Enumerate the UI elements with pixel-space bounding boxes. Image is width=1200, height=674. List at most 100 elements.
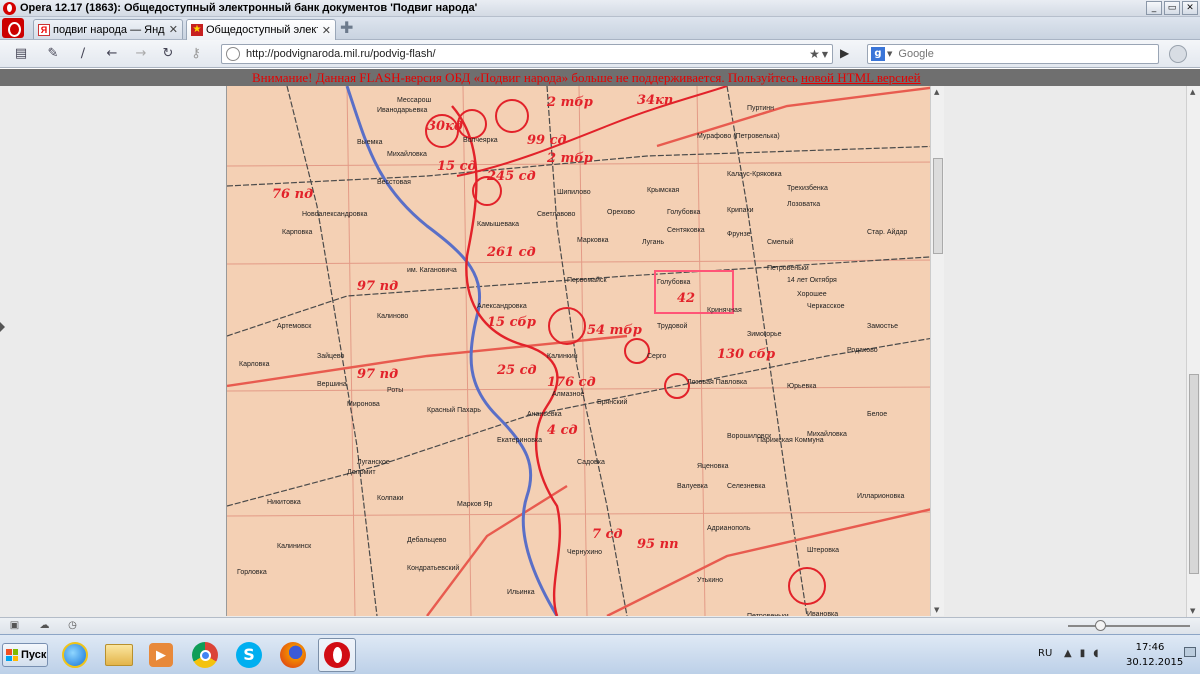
tray-expand-icon[interactable]: ▲ xyxy=(1064,648,1072,659)
map-place-label: Стар. Айдар xyxy=(867,228,907,236)
skype-icon[interactable]: S xyxy=(230,638,268,672)
map-place-label: Крымская xyxy=(647,187,679,194)
scroll-down-icon[interactable]: ▼ xyxy=(1190,607,1195,615)
zoom-slider-track[interactable] xyxy=(1068,625,1190,627)
window-title: Opera 12.17 (1863): Общедоступный электр… xyxy=(20,2,478,14)
map-place-label: 4 сд xyxy=(547,423,578,438)
map-place-label: 2 тбр xyxy=(546,95,593,110)
map-place-label: Илларионовка xyxy=(857,493,904,500)
map-place-label: Калиново xyxy=(377,313,408,320)
map-place-label: Крипаки xyxy=(727,207,754,214)
maximize-button[interactable]: ▭ xyxy=(1164,1,1180,15)
map-place-label: Мессарош xyxy=(397,97,431,104)
map-place-label: Светлавово xyxy=(537,211,576,218)
go-arrow-icon[interactable]: ▶ xyxy=(840,46,849,60)
map-place-label: Калаус-Кряковка xyxy=(727,171,782,178)
key-icon[interactable]: ⚷ xyxy=(188,46,204,62)
notice-link[interactable]: новой HTML версией xyxy=(801,70,921,85)
search-input[interactable] xyxy=(898,46,1158,62)
map-place-label: Черкасское xyxy=(807,303,845,310)
map-place-label: Зайцево xyxy=(317,352,344,360)
search-box[interactable]: g ▼ xyxy=(867,44,1159,64)
map-place-label: Пуртинн xyxy=(747,105,774,112)
chevron-down-icon[interactable]: ▼ xyxy=(887,50,892,58)
scroll-down-icon[interactable]: ▼ xyxy=(934,606,939,614)
pen-icon[interactable]: ∕ xyxy=(75,46,91,62)
show-desktop-icon[interactable] xyxy=(1184,647,1196,657)
opera-icon[interactable] xyxy=(318,638,356,672)
map-place-label: Юрьевка xyxy=(787,383,816,390)
navigation-toolbar: ▤ ✎ ∕ ← → ↻ ⚷ ★ ▼ ▶ g ▼ xyxy=(0,40,1200,68)
map-place-label: Карловка xyxy=(239,361,270,368)
map-scrollbar[interactable]: ▲ ▼ xyxy=(930,86,944,616)
chevron-down-icon[interactable]: ▼ xyxy=(822,50,828,59)
language-indicator[interactable]: RU xyxy=(1038,648,1052,659)
tab-podvig[interactable]: ★ Общедоступный электр... ✕ xyxy=(186,19,336,40)
back-icon[interactable]: ← xyxy=(104,46,120,62)
speed-dial-icon[interactable]: ◷ xyxy=(66,620,79,632)
unit-position-mark xyxy=(548,307,586,345)
panel-icon[interactable]: ▣ xyxy=(8,620,21,632)
map-place-label: Колпаки xyxy=(377,495,404,502)
map-place-label: 34кп xyxy=(637,93,673,108)
map-place-label: Весстовая xyxy=(377,179,411,186)
map-place-label: 176 сд xyxy=(547,375,596,390)
start-button[interactable]: Пуск xyxy=(2,643,48,667)
page-scrollbar[interactable]: ▲ ▼ xyxy=(1186,86,1200,617)
unit-position-mark xyxy=(624,338,650,364)
title-bar: Opera 12.17 (1863): Общедоступный электр… xyxy=(0,0,1200,17)
map-place-label: Кондратьевский xyxy=(407,564,459,572)
map-place-label: Брянский xyxy=(597,398,628,406)
volume-icon[interactable]: ◖ xyxy=(1093,648,1098,659)
military-map[interactable]: Мессарош Иванодарьевка 30кд Волчеярка 2 тбр 3… xyxy=(226,86,944,616)
map-place-label: Алмазное xyxy=(552,391,584,398)
map-place-label: Сентяковка xyxy=(667,227,705,234)
panel-toggle-icon[interactable]: ▤ xyxy=(13,46,29,62)
map-place-label: Михайловка xyxy=(387,150,427,158)
explorer-icon[interactable] xyxy=(100,638,138,672)
new-tab-icon[interactable]: ✚ xyxy=(340,20,353,36)
map-place-label: 76 пд xyxy=(272,187,313,202)
map-place-label: 130 сбр xyxy=(717,347,775,362)
zoom-slider-knob[interactable] xyxy=(1095,620,1106,631)
url-input[interactable] xyxy=(246,46,810,62)
status-bar: ▣ ☁ ◷ xyxy=(0,617,1200,634)
tab-close-icon[interactable]: ✕ xyxy=(169,23,178,36)
map-place-label: Вершина xyxy=(317,381,347,388)
opera-link-icon[interactable] xyxy=(1169,45,1187,63)
map-place-label: Марков Яр xyxy=(457,501,492,508)
tab-yandex[interactable]: Я подвиг народа — Янде... ✕ xyxy=(33,19,183,39)
network-icon[interactable]: ▮ xyxy=(1080,648,1086,659)
opera-menu-button[interactable] xyxy=(2,18,24,38)
minimize-button[interactable]: _ xyxy=(1146,1,1162,15)
map-place-label: Яценовка xyxy=(697,463,729,470)
side-panel-arrow-icon[interactable] xyxy=(0,322,5,332)
map-grid-line xyxy=(696,86,706,616)
opera-logo-icon[interactable] xyxy=(3,1,16,15)
page-scroll-thumb[interactable] xyxy=(1189,374,1199,574)
google-icon[interactable]: g xyxy=(871,47,885,61)
map-place-label: Фрунзе xyxy=(727,231,751,238)
scroll-up-icon[interactable]: ▲ xyxy=(1190,88,1195,96)
windows-logo-icon xyxy=(6,649,18,661)
map-place-label: Кринячная xyxy=(707,307,742,314)
map-place-label: Лугань xyxy=(642,239,664,246)
ie-icon[interactable] xyxy=(56,638,94,672)
forward-icon[interactable]: → xyxy=(133,46,149,62)
tab-close-icon[interactable]: ✕ xyxy=(322,24,331,37)
address-bar[interactable]: ★ ▼ xyxy=(221,44,833,64)
map-place-label: Белое xyxy=(867,411,887,418)
close-button[interactable]: ✕ xyxy=(1182,1,1198,15)
clock[interactable]: 17:46 30.12.2015 xyxy=(1126,640,1183,670)
reload-icon[interactable]: ↻ xyxy=(160,46,176,62)
map-place-label: Петровеньки xyxy=(767,265,809,272)
scroll-up-icon[interactable]: ▲ xyxy=(934,88,939,96)
firefox-icon[interactable] xyxy=(274,638,312,672)
media-player-icon[interactable]: ▶ xyxy=(142,638,180,672)
map-place-label: Ананьевка xyxy=(527,411,562,418)
wrench-icon[interactable]: ✎ xyxy=(45,46,61,62)
bookmark-star-icon[interactable]: ★ xyxy=(809,47,820,61)
cloud-icon[interactable]: ☁ xyxy=(38,620,51,632)
map-scroll-thumb[interactable] xyxy=(933,158,943,254)
chrome-icon[interactable] xyxy=(186,638,224,672)
